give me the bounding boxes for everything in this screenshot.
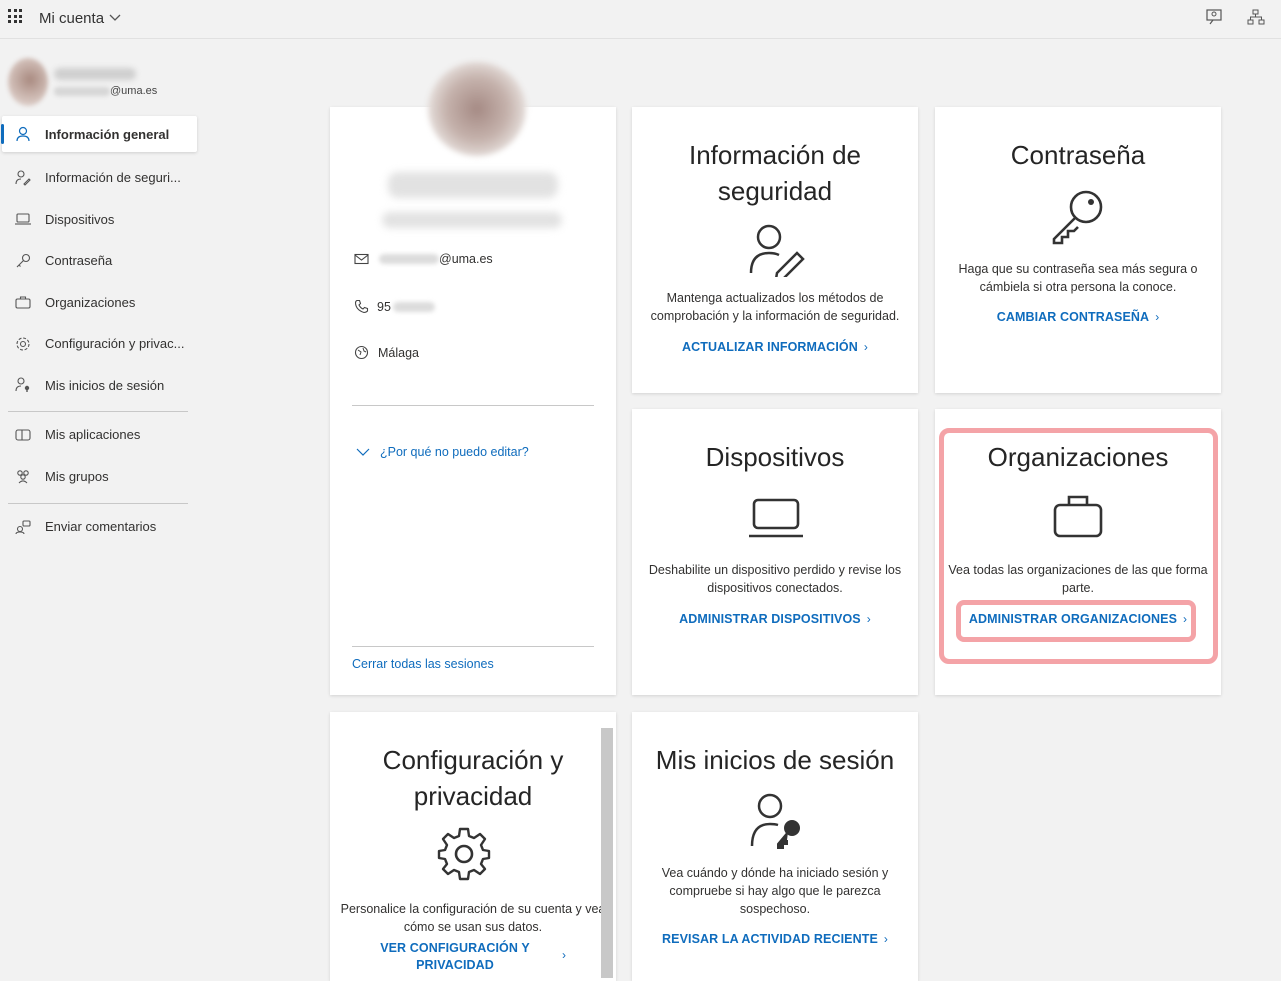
card-title: Información de seguridad: [689, 140, 861, 206]
card-description: Vea cuándo y dónde ha iniciado sesión y …: [661, 866, 889, 916]
sidebar-nav-secondary: Mis aplicaciones Mis grupos: [0, 414, 200, 497]
chevron-right-icon: ›: [1155, 310, 1160, 324]
sidebar-item-overview[interactable]: Información general: [1, 116, 197, 152]
feedback-icon: [15, 520, 31, 534]
card-scrollbar[interactable]: [601, 728, 613, 978]
card-description: Deshabilite un dispositivo perdido y rev…: [648, 563, 902, 595]
chevron-right-icon: ›: [866, 612, 871, 626]
sidebar-divider: [8, 503, 188, 504]
laptop-icon: [749, 498, 803, 538]
person-icon: [16, 126, 30, 142]
profile-location-row: Málaga: [354, 345, 419, 360]
view-settings-privacy-link[interactable]: VER CONFIGURACIÓN Y PRIVACIDAD: [370, 940, 540, 974]
globe-icon: [354, 345, 369, 360]
mail-icon: [354, 253, 369, 265]
card-description: Haga que su contraseña sea más segura o …: [958, 262, 1198, 294]
chevron-right-icon: ›: [562, 948, 566, 962]
person-lock-icon: [750, 793, 800, 849]
sidebar-item-devices[interactable]: Dispositivos: [0, 199, 200, 241]
profile-phone-row: 95: [354, 299, 435, 314]
card-title: Mis inicios de sesión: [655, 745, 895, 775]
profile-name-redacted: [388, 172, 558, 198]
sidebar-item-organizations[interactable]: Organizaciones: [0, 282, 200, 324]
profile-email-row: @uma.es: [354, 252, 493, 266]
sidebar-divider: [8, 411, 188, 412]
sidebar-item-label: Información de seguri...: [45, 170, 181, 186]
profile-divider: [352, 646, 594, 647]
gear-icon: [437, 827, 491, 881]
sidebar-item-label: Configuración y privac...: [45, 336, 185, 352]
sidebar-item-label: Contraseña: [45, 253, 113, 269]
sidebar-item-label: Enviar comentarios: [45, 519, 157, 535]
apps-icon: [15, 429, 31, 441]
profile-title-redacted: [382, 212, 562, 228]
laptop-icon: [15, 213, 31, 225]
user-email: @uma.es: [54, 85, 157, 97]
avatar: [8, 58, 48, 106]
chevron-down-icon[interactable]: [109, 12, 121, 22]
update-info-link[interactable]: ACTUALIZAR INFORMACIÓN ›: [632, 340, 918, 354]
profile-photo[interactable]: [428, 62, 526, 156]
person-lock-icon: [15, 377, 30, 393]
card-title: Contraseña: [1010, 140, 1146, 170]
sidebar-item-label: Organizaciones: [45, 294, 136, 310]
app-title[interactable]: Mi cuenta: [39, 10, 104, 27]
sidebar-item-security-info[interactable]: Información de seguri...: [0, 157, 200, 199]
key-icon: [1052, 190, 1103, 245]
app-launcher-icon[interactable]: [8, 9, 22, 23]
chevron-right-icon: ›: [863, 340, 868, 354]
sidebar-item-label: Información general: [45, 126, 170, 142]
sidebar-item-label: Dispositivos: [45, 211, 115, 227]
card-description: Mantenga actualizados los métodos de com…: [650, 291, 900, 323]
top-bar: Mi cuenta: [0, 0, 1281, 39]
sidebar-nav: Información general Información de segur…: [0, 116, 200, 406]
sidebar-item-label: Mis grupos: [45, 468, 109, 484]
sidebar-item-label: Mis aplicaciones: [45, 427, 141, 443]
settings-privacy-card: Configuración y privacidad Personalice l…: [330, 712, 616, 981]
sidebar-item-send-feedback[interactable]: Enviar comentarios: [0, 506, 200, 548]
gear-icon: [16, 337, 30, 351]
org-chart-icon[interactable]: [1247, 8, 1265, 26]
card-title: Configuración y privacidad: [382, 745, 564, 811]
key-icon: [16, 253, 31, 268]
briefcase-icon: [15, 296, 31, 309]
sidebar-item-settings-privacy[interactable]: Configuración y privac...: [0, 323, 200, 365]
profile-divider: [352, 405, 594, 406]
manage-devices-link[interactable]: ADMINISTRAR DISPOSITIVOS ›: [632, 612, 918, 626]
sidebar-item-password[interactable]: Contraseña: [0, 240, 200, 282]
feedback-person-icon[interactable]: [1205, 8, 1223, 26]
password-card: Contraseña Haga que su contraseña sea má…: [935, 107, 1221, 393]
card-title: Dispositivos: [705, 442, 845, 472]
change-password-link[interactable]: CAMBIAR CONTRASEÑA ›: [935, 310, 1221, 324]
sidebar-item-label: Mis inicios de sesión: [45, 377, 165, 393]
sidebar-nav-feedback: Enviar comentarios: [0, 506, 200, 548]
devices-card: Dispositivos Deshabilite un dispositivo …: [632, 409, 918, 695]
sidebar-item-my-apps[interactable]: Mis aplicaciones: [0, 414, 200, 456]
chevron-down-icon: [356, 448, 370, 456]
user-name-redacted: [54, 68, 136, 80]
people-icon: [17, 470, 29, 484]
why-cant-edit-toggle[interactable]: ¿Por qué no puedo editar?: [356, 445, 529, 459]
security-info-card: Información de seguridad Mantenga actual…: [632, 107, 918, 393]
person-key-icon: [15, 170, 31, 186]
card-description: Personalice la configuración de su cuent…: [340, 902, 606, 934]
phone-icon: [354, 299, 369, 314]
person-edit-icon: [749, 224, 805, 277]
highlight-frame-link: [956, 600, 1196, 642]
sign-out-everywhere-link[interactable]: Cerrar todas las sesiones: [352, 657, 494, 671]
review-recent-activity-link[interactable]: REVISAR LA ACTIVIDAD RECIENTE ›: [632, 932, 918, 946]
sidebar-item-my-groups[interactable]: Mis grupos: [0, 456, 200, 498]
sidebar-item-my-signins[interactable]: Mis inicios de sesión: [0, 365, 200, 407]
chevron-right-icon: ›: [883, 932, 888, 946]
my-signins-card: Mis inicios de sesión Vea cuándo y dónde…: [632, 712, 918, 981]
